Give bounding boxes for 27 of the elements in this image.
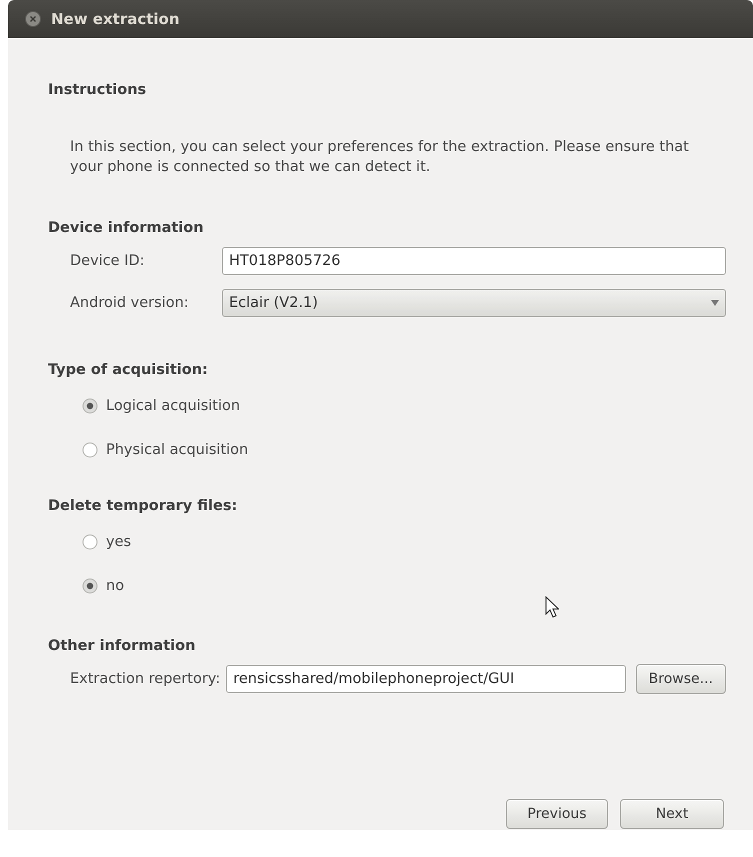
pointer-icon <box>545 596 559 618</box>
section-heading: Other information <box>48 638 196 654</box>
section-heading: Delete temporary files: <box>48 498 238 514</box>
section-heading: Instructions <box>48 82 146 98</box>
radio-label: yes <box>106 534 132 550</box>
radio-button[interactable] <box>82 534 98 550</box>
dropdown-arrow-icon <box>711 300 719 306</box>
radio-button[interactable] <box>82 578 98 594</box>
radio-label: no <box>106 578 124 594</box>
dropdown[interactable]: Eclair (V2.1) <box>222 289 726 317</box>
close-icon[interactable] <box>25 11 41 27</box>
field-label: Device ID: <box>70 253 146 269</box>
field-label: Android version: <box>70 295 190 311</box>
text-field[interactable]: HT018P805726 <box>222 247 726 275</box>
section-heading: Type of acquisition: <box>48 362 208 378</box>
instructions-text: In this section, you can select your preferences for the extraction. Please ensure that your phone is connected so that we can detect it. <box>69 138 690 177</box>
browse-button[interactable]: Browse... <box>636 664 726 694</box>
radio-label: Logical acquisition <box>106 398 240 414</box>
radio-button[interactable] <box>82 442 98 458</box>
field-label: Extraction repertory: <box>70 671 220 687</box>
radio-label: Physical acquisition <box>106 442 248 458</box>
next-button[interactable]: Next <box>620 799 724 829</box>
folder-path-field[interactable]: rensicsshared/mobilephoneproject/GUI <box>226 665 626 693</box>
section-heading: Device information <box>48 220 204 236</box>
radio-button[interactable] <box>82 398 98 414</box>
previous-button[interactable]: Previous <box>506 799 608 829</box>
window-title: New extraction <box>51 10 180 28</box>
